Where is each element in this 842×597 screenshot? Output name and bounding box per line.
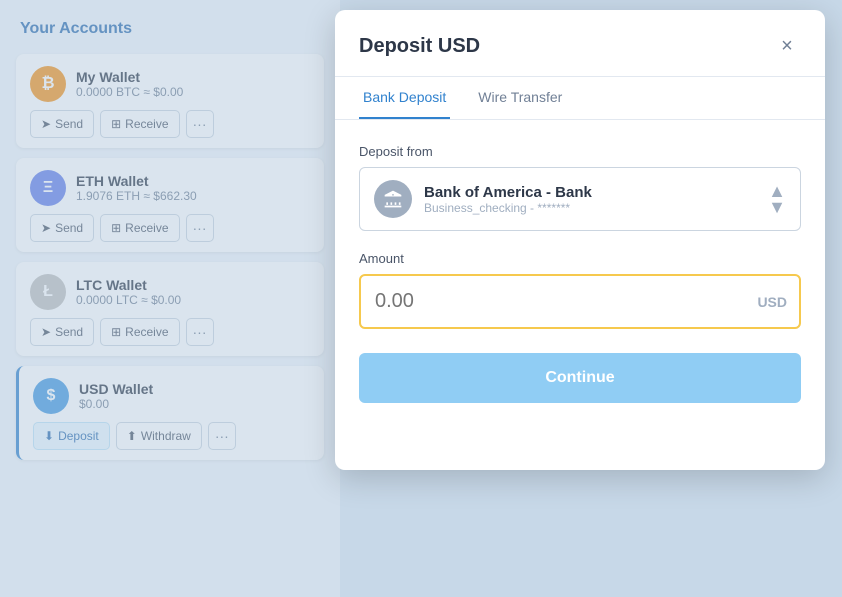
modal-tabs: Bank Deposit Wire Transfer <box>335 77 825 120</box>
modal-title: Deposit USD <box>359 35 480 58</box>
amount-field: USD <box>359 274 801 329</box>
amount-label: Amount <box>359 251 801 266</box>
tab-wire-transfer[interactable]: Wire Transfer <box>474 77 566 119</box>
continue-button[interactable]: Continue <box>359 353 801 403</box>
amount-input[interactable] <box>359 274 801 329</box>
bank-selector[interactable]: Bank of America - Bank Business_checking… <box>359 167 801 231</box>
modal-body: Deposit from Bank of America - Bank Busi… <box>335 120 825 427</box>
bank-name: Bank of America - Bank <box>424 184 768 201</box>
chevron-updown-icon: ▲ ▼ <box>768 183 786 215</box>
modal-header: Deposit USD × <box>335 10 825 77</box>
tab-bank-deposit[interactable]: Bank Deposit <box>359 77 450 119</box>
bank-info: Bank of America - Bank Business_checking… <box>424 184 768 215</box>
bank-building-icon <box>383 189 403 209</box>
modal-close-button[interactable]: × <box>773 32 801 60</box>
bank-account: Business_checking - ******* <box>424 201 768 215</box>
amount-currency-label: USD <box>757 294 787 310</box>
bank-icon <box>374 180 412 218</box>
deposit-modal: Deposit USD × Bank Deposit Wire Transfer… <box>335 10 825 470</box>
deposit-from-label: Deposit from <box>359 144 801 159</box>
